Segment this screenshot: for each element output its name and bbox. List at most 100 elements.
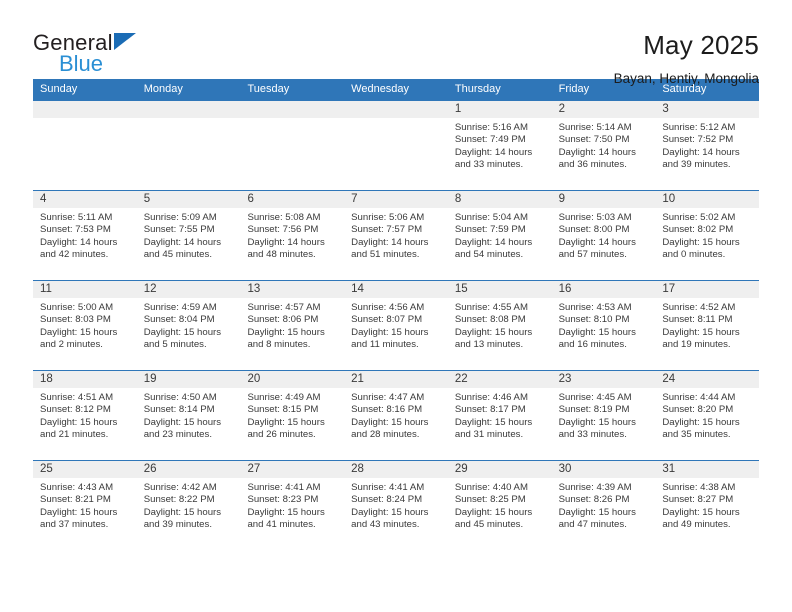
calendar-day-cell[interactable]: 20 Sunrise: 4:49 AM Sunset: 8:15 PM Dayligh… bbox=[240, 371, 345, 460]
day-sunset-text: Sunset: 8:24 PM bbox=[351, 494, 423, 506]
calendar-day-cell[interactable]: 22 Sunrise: 4:46 AM Sunset: 8:17 PM Dayligh… bbox=[447, 371, 552, 460]
day-sunset-text: Sunset: 8:07 PM bbox=[351, 314, 423, 326]
calendar-day-cell[interactable]: 14 Sunrise: 4:56 AM Sunset: 8:07 PM Dayligh… bbox=[344, 281, 448, 370]
day-sunrise-text: Sunrise: 4:59 AM bbox=[143, 302, 217, 313]
day-daylight-text: Daylight: 15 hours bbox=[247, 326, 325, 338]
calendar-day-cell[interactable]: 17 Sunrise: 4:52 AM Sunset: 8:11 PM Dayligh… bbox=[655, 281, 760, 370]
day-number: 31 bbox=[662, 463, 676, 475]
calendar-day-cell[interactable]: 31 Sunrise: 4:38 AM Sunset: 8:27 PM Dayligh… bbox=[655, 461, 760, 550]
calendar-day-cell[interactable]: 1 Sunrise: 5:16 AM Sunset: 7:49 PM Daylight… bbox=[447, 101, 552, 190]
day-sunset-text: Sunset: 8:04 PM bbox=[143, 314, 215, 326]
calendar-day-cell[interactable]: 12 Sunrise: 4:59 AM Sunset: 8:04 PM Dayligh… bbox=[136, 281, 241, 370]
day-daylight-text: Daylight: 15 hours bbox=[558, 326, 636, 338]
calendar-day-cell[interactable]: 2 Sunrise: 5:14 AM Sunset: 7:50 PM Daylight… bbox=[551, 101, 656, 190]
calendar-day-cell[interactable]: 29 Sunrise: 4:40 AM Sunset: 8:25 PM Dayligh… bbox=[447, 461, 552, 550]
day-daylight-text: and 37 minutes. bbox=[40, 518, 109, 530]
day-number: 12 bbox=[143, 283, 157, 295]
calendar-day-cell[interactable]: 24 Sunrise: 4:44 AM Sunset: 8:20 PM Dayligh… bbox=[655, 371, 760, 460]
day-daylight-text: Daylight: 15 hours bbox=[662, 506, 740, 518]
day-number: 25 bbox=[40, 463, 53, 475]
calendar-day-cell[interactable]: 16 Sunrise: 4:53 AM Sunset: 8:10 PM Dayligh… bbox=[551, 281, 656, 370]
day-daylight-text: and 13 minutes. bbox=[454, 338, 524, 350]
day-details: Sunrise: 5:14 AM Sunset: 7:50 PM Daylight:… bbox=[552, 118, 656, 171]
calendar-day-cell[interactable]: 11 Sunrise: 5:00 AM Sunset: 8:03 PM Dayligh… bbox=[33, 281, 137, 370]
calendar-day-cell[interactable]: 25 Sunrise: 4:43 AM Sunset: 8:21 PM Dayligh… bbox=[33, 461, 137, 550]
day-sunset-text: Sunset: 8:20 PM bbox=[662, 404, 734, 416]
day-daylight-text: and 39 minutes. bbox=[662, 158, 731, 170]
day-details: Sunrise: 4:38 AM Sunset: 8:27 PM Daylight:… bbox=[655, 478, 759, 531]
calendar-day-cell[interactable]: 18 Sunrise: 4:51 AM Sunset: 8:12 PM Dayligh… bbox=[33, 371, 137, 460]
calendar-day-cell[interactable]: 21 Sunrise: 4:47 AM Sunset: 8:16 PM Dayligh… bbox=[344, 371, 448, 460]
day-daylight-text: Daylight: 15 hours bbox=[351, 326, 429, 338]
day-daylight-text: Daylight: 14 hours bbox=[454, 146, 533, 158]
calendar-weeks: 1 Sunrise: 5:16 AM Sunset: 7:49 PM Daylight… bbox=[33, 100, 760, 550]
day-sunset-text: Sunset: 7:50 PM bbox=[558, 134, 630, 146]
day-daylight-text: Daylight: 15 hours bbox=[143, 326, 222, 338]
day-number: 11 bbox=[40, 283, 52, 295]
day-daylight-text: and 16 minutes. bbox=[558, 338, 627, 350]
calendar-day-cell[interactable]: 3 Sunrise: 5:12 AM Sunset: 7:52 PM Daylight… bbox=[655, 101, 760, 190]
day-number-band bbox=[551, 191, 656, 208]
day-daylight-text: Daylight: 15 hours bbox=[143, 506, 222, 518]
day-sunrise-text: Sunrise: 5:04 AM bbox=[454, 212, 528, 223]
day-details: Sunrise: 5:08 AM Sunset: 7:56 PM Daylight:… bbox=[240, 208, 344, 261]
day-daylight-text: Daylight: 14 hours bbox=[558, 146, 636, 158]
day-sunset-text: Sunset: 8:02 PM bbox=[662, 224, 734, 236]
calendar-day-cell[interactable]: 15 Sunrise: 4:55 AM Sunset: 8:08 PM Dayligh… bbox=[447, 281, 552, 370]
day-daylight-text: Daylight: 15 hours bbox=[662, 326, 740, 338]
calendar-day-cell[interactable]: 13 Sunrise: 4:57 AM Sunset: 8:06 PM Dayligh… bbox=[240, 281, 345, 370]
day-sunrise-text: Sunrise: 4:51 AM bbox=[40, 392, 114, 403]
day-daylight-text: and 8 minutes. bbox=[247, 338, 311, 350]
day-sunset-text: Sunset: 7:52 PM bbox=[662, 134, 734, 146]
day-daylight-text: and 26 minutes. bbox=[247, 428, 316, 440]
day-details: Sunrise: 4:56 AM Sunset: 8:07 PM Daylight:… bbox=[344, 298, 448, 351]
calendar-day-cell[interactable]: 19 Sunrise: 4:50 AM Sunset: 8:14 PM Dayligh… bbox=[136, 371, 241, 460]
calendar-day-cell[interactable]: 4 Sunrise: 5:11 AM Sunset: 7:53 PM Daylight… bbox=[33, 191, 137, 280]
day-daylight-text: and 0 minutes. bbox=[662, 248, 726, 260]
calendar-day-cell[interactable]: 7 Sunrise: 5:06 AM Sunset: 7:57 PM Daylight… bbox=[344, 191, 448, 280]
calendar-week-row: 1 Sunrise: 5:16 AM Sunset: 7:49 PM Daylight… bbox=[33, 100, 760, 190]
day-sunset-text: Sunset: 8:11 PM bbox=[662, 314, 733, 326]
calendar-day-cell[interactable]: 5 Sunrise: 5:09 AM Sunset: 7:55 PM Daylight… bbox=[136, 191, 241, 280]
calendar-day-cell[interactable]: 9 Sunrise: 5:03 AM Sunset: 8:00 PM Daylight… bbox=[551, 191, 656, 280]
day-number-band bbox=[240, 191, 345, 208]
day-sunrise-text: Sunrise: 5:09 AM bbox=[143, 212, 217, 223]
day-sunrise-text: Sunrise: 4:41 AM bbox=[247, 482, 321, 493]
day-sunrise-text: Sunrise: 5:12 AM bbox=[662, 122, 736, 133]
day-sunrise-text: Sunrise: 5:11 AM bbox=[40, 212, 113, 223]
weekday-header-thursday: Thursday bbox=[454, 83, 501, 95]
day-details: Sunrise: 4:40 AM Sunset: 8:25 PM Daylight:… bbox=[448, 478, 552, 531]
day-sunset-text: Sunset: 7:56 PM bbox=[247, 224, 319, 236]
day-number: 10 bbox=[662, 193, 676, 205]
day-number: 20 bbox=[247, 373, 261, 385]
calendar-day-cell[interactable]: 6 Sunrise: 5:08 AM Sunset: 7:56 PM Daylight… bbox=[240, 191, 345, 280]
calendar-day-cell[interactable]: 26 Sunrise: 4:42 AM Sunset: 8:22 PM Dayligh… bbox=[136, 461, 241, 550]
day-daylight-text: and 43 minutes. bbox=[351, 518, 420, 530]
day-sunset-text: Sunset: 7:53 PM bbox=[40, 224, 111, 236]
calendar-day-cell[interactable]: 27 Sunrise: 4:41 AM Sunset: 8:23 PM Dayligh… bbox=[240, 461, 345, 550]
day-daylight-text: and 35 minutes. bbox=[662, 428, 731, 440]
day-number: 23 bbox=[558, 373, 572, 385]
day-daylight-text: and 19 minutes. bbox=[662, 338, 731, 350]
day-daylight-text: Daylight: 15 hours bbox=[558, 506, 636, 518]
day-daylight-text: and 2 minutes. bbox=[40, 338, 103, 350]
day-daylight-text: and 47 minutes. bbox=[558, 518, 627, 530]
day-sunrise-text: Sunrise: 4:56 AM bbox=[351, 302, 425, 313]
day-daylight-text: Daylight: 15 hours bbox=[40, 326, 118, 338]
calendar-day-cell[interactable]: 30 Sunrise: 4:39 AM Sunset: 8:26 PM Dayligh… bbox=[551, 461, 656, 550]
calendar-day-cell[interactable]: 23 Sunrise: 4:45 AM Sunset: 8:19 PM Dayligh… bbox=[551, 371, 656, 460]
general-blue-logo[interactable]: General Blue bbox=[33, 30, 145, 75]
calendar-day-cell[interactable]: 28 Sunrise: 4:41 AM Sunset: 8:24 PM Dayligh… bbox=[344, 461, 448, 550]
day-number: 15 bbox=[454, 283, 468, 295]
day-sunrise-text: Sunrise: 4:50 AM bbox=[143, 392, 217, 403]
day-daylight-text: Daylight: 15 hours bbox=[662, 236, 740, 248]
day-sunset-text: Sunset: 8:03 PM bbox=[40, 314, 111, 326]
day-number: 14 bbox=[351, 283, 364, 295]
day-sunrise-text: Sunrise: 4:57 AM bbox=[247, 302, 321, 313]
calendar-day-cell-empty bbox=[136, 101, 241, 190]
day-details: Sunrise: 4:50 AM Sunset: 8:14 PM Daylight:… bbox=[137, 388, 241, 441]
calendar-day-cell[interactable]: 10 Sunrise: 5:02 AM Sunset: 8:02 PM Dayligh… bbox=[655, 191, 760, 280]
day-daylight-text: Daylight: 15 hours bbox=[351, 416, 429, 428]
calendar-day-cell[interactable]: 8 Sunrise: 5:04 AM Sunset: 7:59 PM Daylight… bbox=[447, 191, 552, 280]
day-details: Sunrise: 4:55 AM Sunset: 8:08 PM Daylight:… bbox=[448, 298, 552, 351]
